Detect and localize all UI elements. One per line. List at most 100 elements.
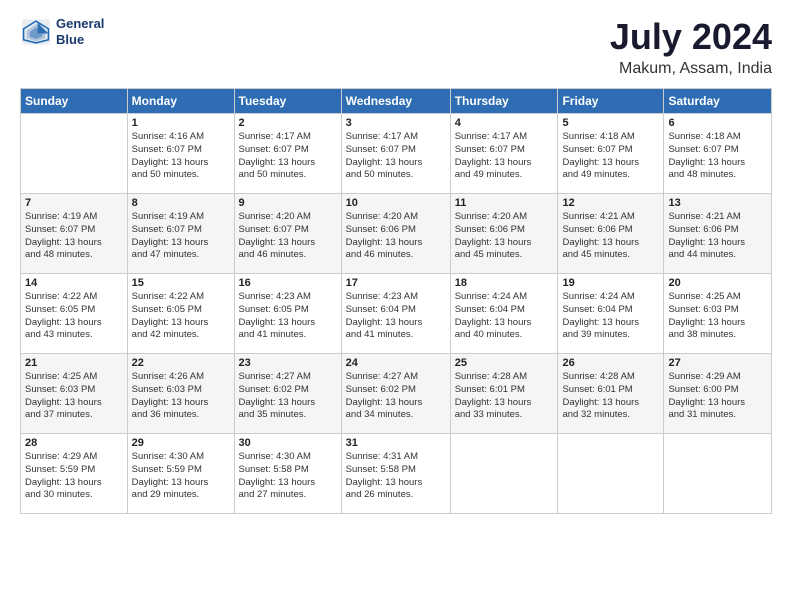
table-cell: 31 Sunrise: 4:31 AM Sunset: 5:58 PM Dayli… (341, 434, 450, 514)
table-cell: 9 Sunrise: 4:20 AM Sunset: 6:07 PM Daylig… (234, 194, 341, 274)
day-number: 3 (346, 117, 446, 129)
table-cell: 10 Sunrise: 4:20 AM Sunset: 6:06 PM Dayli… (341, 194, 450, 274)
day-number: 21 (25, 357, 123, 369)
day-number: 23 (239, 357, 337, 369)
day-info: Sunrise: 4:21 AM Sunset: 6:06 PM Dayligh… (668, 211, 767, 262)
day-info: Sunrise: 4:26 AM Sunset: 6:03 PM Dayligh… (132, 371, 230, 422)
week-row-1: 1 Sunrise: 4:16 AM Sunset: 6:07 PM Daylig… (21, 114, 772, 194)
day-info: Sunrise: 4:22 AM Sunset: 6:05 PM Dayligh… (25, 291, 123, 342)
day-number: 29 (132, 437, 230, 449)
day-number: 2 (239, 117, 337, 129)
calendar-body: 1 Sunrise: 4:16 AM Sunset: 6:07 PM Daylig… (21, 114, 772, 514)
header-tuesday: Tuesday (234, 89, 341, 114)
table-cell: 22 Sunrise: 4:26 AM Sunset: 6:03 PM Dayli… (127, 354, 234, 434)
day-info: Sunrise: 4:17 AM Sunset: 6:07 PM Dayligh… (239, 131, 337, 182)
day-number: 20 (668, 277, 767, 289)
table-cell: 12Sunrise: 4:21 AM Sunset: 6:06 PM Dayli… (558, 194, 664, 274)
day-number: 25 (455, 357, 554, 369)
day-info: Sunrise: 4:23 AM Sunset: 6:05 PM Dayligh… (239, 291, 337, 342)
day-info: Sunrise: 4:16 AM Sunset: 6:07 PM Dayligh… (132, 131, 230, 182)
day-info: Sunrise: 4:30 AM Sunset: 5:59 PM Dayligh… (132, 451, 230, 502)
day-info: Sunrise: 4:18 AM Sunset: 6:07 PM Dayligh… (668, 131, 767, 182)
day-number: 19 (562, 277, 659, 289)
day-info: Sunrise: 4:31 AM Sunset: 5:58 PM Dayligh… (346, 451, 446, 502)
day-info: Sunrise: 4:21 AM Sunset: 6:06 PM Dayligh… (562, 211, 659, 262)
title-block: July 2024 Makum, Assam, India (610, 16, 772, 78)
day-info: Sunrise: 4:19 AM Sunset: 6:07 PM Dayligh… (132, 211, 230, 262)
table-cell: 16 Sunrise: 4:23 AM Sunset: 6:05 PM Dayli… (234, 274, 341, 354)
day-number: 15 (132, 277, 230, 289)
header-sunday: Sunday (21, 89, 128, 114)
day-info: Sunrise: 4:30 AM Sunset: 5:58 PM Dayligh… (239, 451, 337, 502)
header-friday: Friday (558, 89, 664, 114)
day-number: 22 (132, 357, 230, 369)
day-number: 27 (668, 357, 767, 369)
logo-icon (20, 18, 52, 46)
table-cell: 26Sunrise: 4:28 AM Sunset: 6:01 PM Dayli… (558, 354, 664, 434)
day-info: Sunrise: 4:18 AM Sunset: 6:07 PM Dayligh… (562, 131, 659, 182)
header: General Blue July 2024 Makum, Assam, Ind… (20, 16, 772, 78)
table-cell: 29 Sunrise: 4:30 AM Sunset: 5:59 PM Dayli… (127, 434, 234, 514)
header-saturday: Saturday (664, 89, 772, 114)
day-number: 28 (25, 437, 123, 449)
header-thursday: Thursday (450, 89, 558, 114)
calendar-header: Sunday Monday Tuesday Wednesday Thursday… (21, 89, 772, 114)
table-cell: 25 Sunrise: 4:28 AM Sunset: 6:01 PM Dayli… (450, 354, 558, 434)
week-row-2: 7 Sunrise: 4:19 AM Sunset: 6:07 PM Daylig… (21, 194, 772, 274)
day-number: 16 (239, 277, 337, 289)
day-info: Sunrise: 4:23 AM Sunset: 6:04 PM Dayligh… (346, 291, 446, 342)
day-info: Sunrise: 4:25 AM Sunset: 6:03 PM Dayligh… (25, 371, 123, 422)
day-info: Sunrise: 4:25 AM Sunset: 6:03 PM Dayligh… (668, 291, 767, 342)
day-info: Sunrise: 4:20 AM Sunset: 6:06 PM Dayligh… (455, 211, 554, 262)
table-cell: 6 Sunrise: 4:18 AM Sunset: 6:07 PM Daylig… (664, 114, 772, 194)
table-cell: 5Sunrise: 4:18 AM Sunset: 6:07 PM Daylig… (558, 114, 664, 194)
logo-text: General Blue (56, 16, 104, 47)
logo: General Blue (20, 16, 104, 47)
day-info: Sunrise: 4:20 AM Sunset: 6:06 PM Dayligh… (346, 211, 446, 262)
table-cell (558, 434, 664, 514)
table-cell: 4Sunrise: 4:17 AM Sunset: 6:07 PM Daylig… (450, 114, 558, 194)
table-cell (450, 434, 558, 514)
week-row-4: 21 Sunrise: 4:25 AM Sunset: 6:03 PM Dayli… (21, 354, 772, 434)
table-cell: 13Sunrise: 4:21 AM Sunset: 6:06 PM Dayli… (664, 194, 772, 274)
page-container: General Blue July 2024 Makum, Assam, Ind… (0, 0, 792, 524)
day-number: 4 (455, 117, 554, 129)
day-number: 24 (346, 357, 446, 369)
day-number: 17 (346, 277, 446, 289)
day-number: 8 (132, 197, 230, 209)
day-number: 10 (346, 197, 446, 209)
table-cell: 20 Sunrise: 4:25 AM Sunset: 6:03 PM Dayli… (664, 274, 772, 354)
day-number: 9 (239, 197, 337, 209)
day-number: 1 (132, 117, 230, 129)
table-cell: 28Sunrise: 4:29 AM Sunset: 5:59 PM Dayli… (21, 434, 128, 514)
day-number: 31 (346, 437, 446, 449)
day-info: Sunrise: 4:24 AM Sunset: 6:04 PM Dayligh… (562, 291, 659, 342)
day-info: Sunrise: 4:28 AM Sunset: 6:01 PM Dayligh… (455, 371, 554, 422)
day-number: 30 (239, 437, 337, 449)
table-cell: 17 Sunrise: 4:23 AM Sunset: 6:04 PM Dayli… (341, 274, 450, 354)
table-cell: 11 Sunrise: 4:20 AM Sunset: 6:06 PM Dayli… (450, 194, 558, 274)
day-number: 18 (455, 277, 554, 289)
week-row-3: 14Sunrise: 4:22 AM Sunset: 6:05 PM Dayli… (21, 274, 772, 354)
day-info: Sunrise: 4:20 AM Sunset: 6:07 PM Dayligh… (239, 211, 337, 262)
table-cell: 21 Sunrise: 4:25 AM Sunset: 6:03 PM Dayli… (21, 354, 128, 434)
table-cell: 19 Sunrise: 4:24 AM Sunset: 6:04 PM Dayli… (558, 274, 664, 354)
table-cell: 8 Sunrise: 4:19 AM Sunset: 6:07 PM Daylig… (127, 194, 234, 274)
table-cell: 24Sunrise: 4:27 AM Sunset: 6:02 PM Dayli… (341, 354, 450, 434)
day-info: Sunrise: 4:24 AM Sunset: 6:04 PM Dayligh… (455, 291, 554, 342)
table-cell: 7Sunrise: 4:19 AM Sunset: 6:07 PM Daylig… (21, 194, 128, 274)
location-subtitle: Makum, Assam, India (610, 60, 772, 78)
day-info: Sunrise: 4:22 AM Sunset: 6:05 PM Dayligh… (132, 291, 230, 342)
weekday-header-row: Sunday Monday Tuesday Wednesday Thursday… (21, 89, 772, 114)
table-cell (21, 114, 128, 194)
day-info: Sunrise: 4:17 AM Sunset: 6:07 PM Dayligh… (346, 131, 446, 182)
month-year-title: July 2024 (610, 16, 772, 58)
table-cell: 3 Sunrise: 4:17 AM Sunset: 6:07 PM Daylig… (341, 114, 450, 194)
day-number: 6 (668, 117, 767, 129)
calendar-table: Sunday Monday Tuesday Wednesday Thursday… (20, 88, 772, 514)
day-number: 7 (25, 197, 123, 209)
table-cell: 2 Sunrise: 4:17 AM Sunset: 6:07 PM Daylig… (234, 114, 341, 194)
day-number: 11 (455, 197, 554, 209)
table-cell: 27Sunrise: 4:29 AM Sunset: 6:00 PM Dayli… (664, 354, 772, 434)
table-cell: 1 Sunrise: 4:16 AM Sunset: 6:07 PM Daylig… (127, 114, 234, 194)
